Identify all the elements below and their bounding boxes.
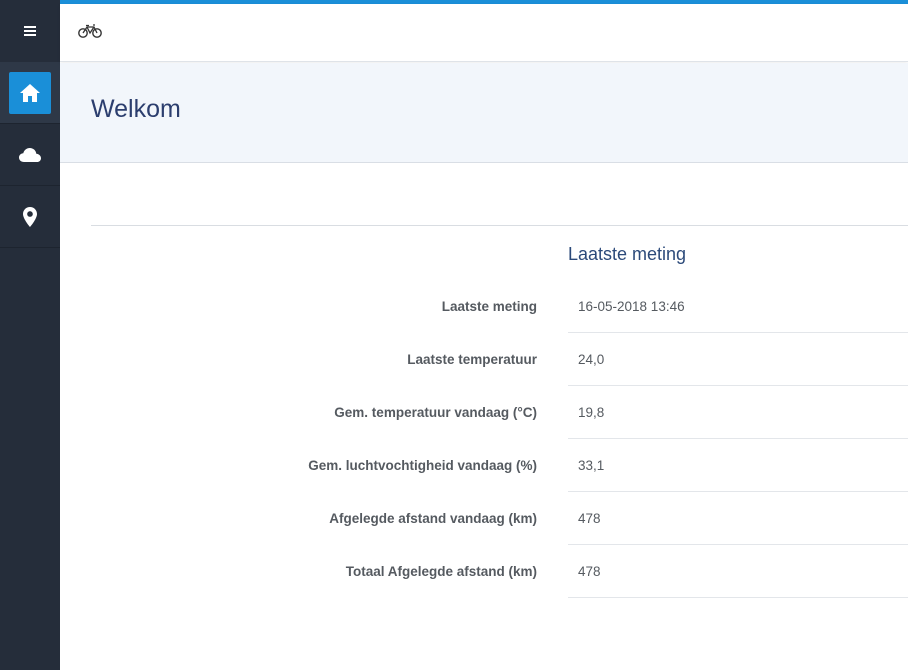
- row-value: 33,1: [568, 439, 908, 492]
- row-value: 24,0: [568, 333, 908, 386]
- page-title: Welkom: [91, 95, 181, 123]
- sidebar: [0, 0, 60, 670]
- table-row: Afgelegde afstand vandaag (km) 478: [91, 492, 908, 545]
- menu-toggle-button[interactable]: [0, 0, 60, 62]
- table-row: Gem. luchtvochtigheid vandaag (%) 33,1: [91, 439, 908, 492]
- row-label: Laatste temperatuur: [407, 352, 537, 367]
- row-value: 478: [568, 545, 908, 598]
- sidebar-item-location[interactable]: [0, 186, 60, 248]
- table-row: Laatste temperatuur 24,0: [91, 333, 908, 386]
- sidebar-item-weather[interactable]: [0, 124, 60, 186]
- row-label: Gem. temperatuur vandaag (°C): [334, 405, 537, 420]
- row-label: Gem. luchtvochtigheid vandaag (%): [308, 458, 537, 473]
- row-label: Afgelegde afstand vandaag (km): [329, 511, 537, 526]
- table-row: Laatste meting 16-05-2018 13:46: [91, 280, 908, 333]
- hamburger-icon: [24, 26, 36, 36]
- table-row: Totaal Afgelegde afstand (km) 478: [91, 545, 908, 598]
- table-row: Gem. temperatuur vandaag (°C) 19,8: [91, 386, 908, 439]
- home-icon: [20, 83, 40, 102]
- row-value: 16-05-2018 13:46: [568, 280, 908, 333]
- row-label: Totaal Afgelegde afstand (km): [345, 564, 537, 579]
- row-label: Laatste meting: [441, 299, 537, 314]
- top-bar: [60, 4, 908, 62]
- cloud-icon: [19, 147, 41, 162]
- bicycle-icon[interactable]: [78, 24, 102, 38]
- section-title: Laatste meting: [568, 244, 687, 264]
- page-header: Welkom: [60, 63, 908, 163]
- row-value: 478: [568, 492, 908, 545]
- row-value: 19,8: [568, 386, 908, 439]
- home-icon-box: [9, 71, 51, 114]
- divider: [91, 225, 908, 226]
- map-pin-icon: [23, 206, 37, 227]
- sidebar-item-home[interactable]: [0, 62, 60, 124]
